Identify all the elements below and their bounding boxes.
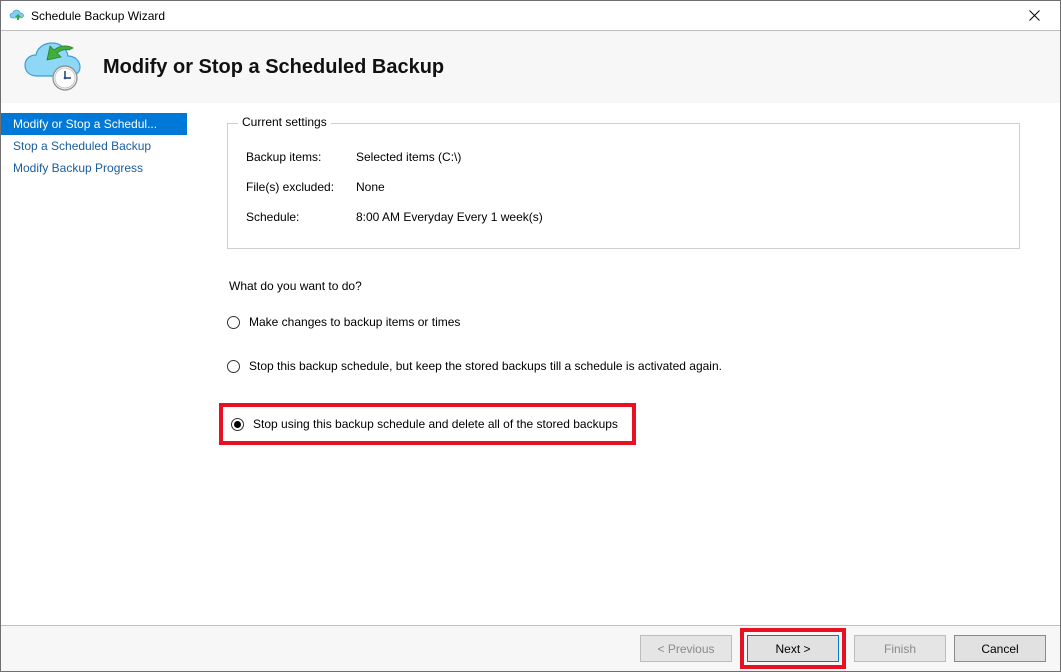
page-title: Modify or Stop a Scheduled Backup xyxy=(103,56,444,79)
wizard-header: Modify or Stop a Scheduled Backup xyxy=(1,31,1060,103)
option-stop-keep-backups[interactable]: Stop this backup schedule, but keep the … xyxy=(227,359,1020,373)
wizard-footer: < Previous Next > Finish Cancel xyxy=(1,625,1060,671)
button-label: Finish xyxy=(884,642,916,656)
settings-key: File(s) excluded: xyxy=(246,180,356,194)
settings-value: Selected items (C:\) xyxy=(356,150,1001,164)
settings-value: 8:00 AM Everyday Every 1 week(s) xyxy=(356,210,1001,224)
titlebar: Schedule Backup Wizard xyxy=(1,1,1060,31)
wizard-window: Schedule Backup Wizard Modify or Stop a … xyxy=(0,0,1061,672)
finish-button[interactable]: Finish xyxy=(854,635,946,662)
cancel-button[interactable]: Cancel xyxy=(954,635,1046,662)
wizard-content: Current settings Backup items: Selected … xyxy=(187,103,1060,625)
settings-row: File(s) excluded: None xyxy=(246,180,1001,194)
sidebar-item-modify-or-stop[interactable]: Modify or Stop a Schedul... xyxy=(1,113,187,135)
backup-wizard-icon xyxy=(23,42,83,92)
fieldset-legend: Current settings xyxy=(238,115,331,129)
button-label: Cancel xyxy=(981,642,1018,656)
app-icon xyxy=(9,8,25,24)
highlighted-next: Next > xyxy=(740,628,846,669)
radio-icon xyxy=(227,316,240,329)
previous-button[interactable]: < Previous xyxy=(640,635,732,662)
wizard-steps-sidebar: Modify or Stop a Schedul... Stop a Sched… xyxy=(1,103,187,625)
radio-label: Make changes to backup items or times xyxy=(249,315,460,329)
next-button[interactable]: Next > xyxy=(747,635,839,662)
option-stop-delete-backups[interactable]: Stop using this backup schedule and dele… xyxy=(231,417,618,431)
radio-icon xyxy=(231,418,244,431)
radio-label: Stop using this backup schedule and dele… xyxy=(253,417,618,431)
sidebar-item-label: Modify Backup Progress xyxy=(13,161,143,175)
settings-key: Schedule: xyxy=(246,210,356,224)
radio-icon xyxy=(227,360,240,373)
settings-row: Schedule: 8:00 AM Everyday Every 1 week(… xyxy=(246,210,1001,224)
settings-value: None xyxy=(356,180,1001,194)
settings-row: Backup items: Selected items (C:\) xyxy=(246,150,1001,164)
window-title: Schedule Backup Wizard xyxy=(31,9,1012,23)
button-label: < Previous xyxy=(657,642,714,656)
radio-label: Stop this backup schedule, but keep the … xyxy=(249,359,722,373)
close-button[interactable] xyxy=(1012,2,1056,30)
sidebar-item-label: Modify or Stop a Schedul... xyxy=(13,117,157,131)
current-settings-group: Current settings Backup items: Selected … xyxy=(227,123,1020,249)
button-label: Next > xyxy=(775,642,810,656)
sidebar-item-label: Stop a Scheduled Backup xyxy=(13,139,151,153)
highlighted-option: Stop using this backup schedule and dele… xyxy=(219,403,636,445)
settings-key: Backup items: xyxy=(246,150,356,164)
sidebar-item-stop-scheduled[interactable]: Stop a Scheduled Backup xyxy=(1,135,187,157)
wizard-body: Modify or Stop a Schedul... Stop a Sched… xyxy=(1,103,1060,625)
close-icon xyxy=(1029,10,1040,21)
prompt-text: What do you want to do? xyxy=(229,279,1020,293)
sidebar-item-modify-progress[interactable]: Modify Backup Progress xyxy=(1,157,187,179)
option-make-changes[interactable]: Make changes to backup items or times xyxy=(227,315,1020,329)
